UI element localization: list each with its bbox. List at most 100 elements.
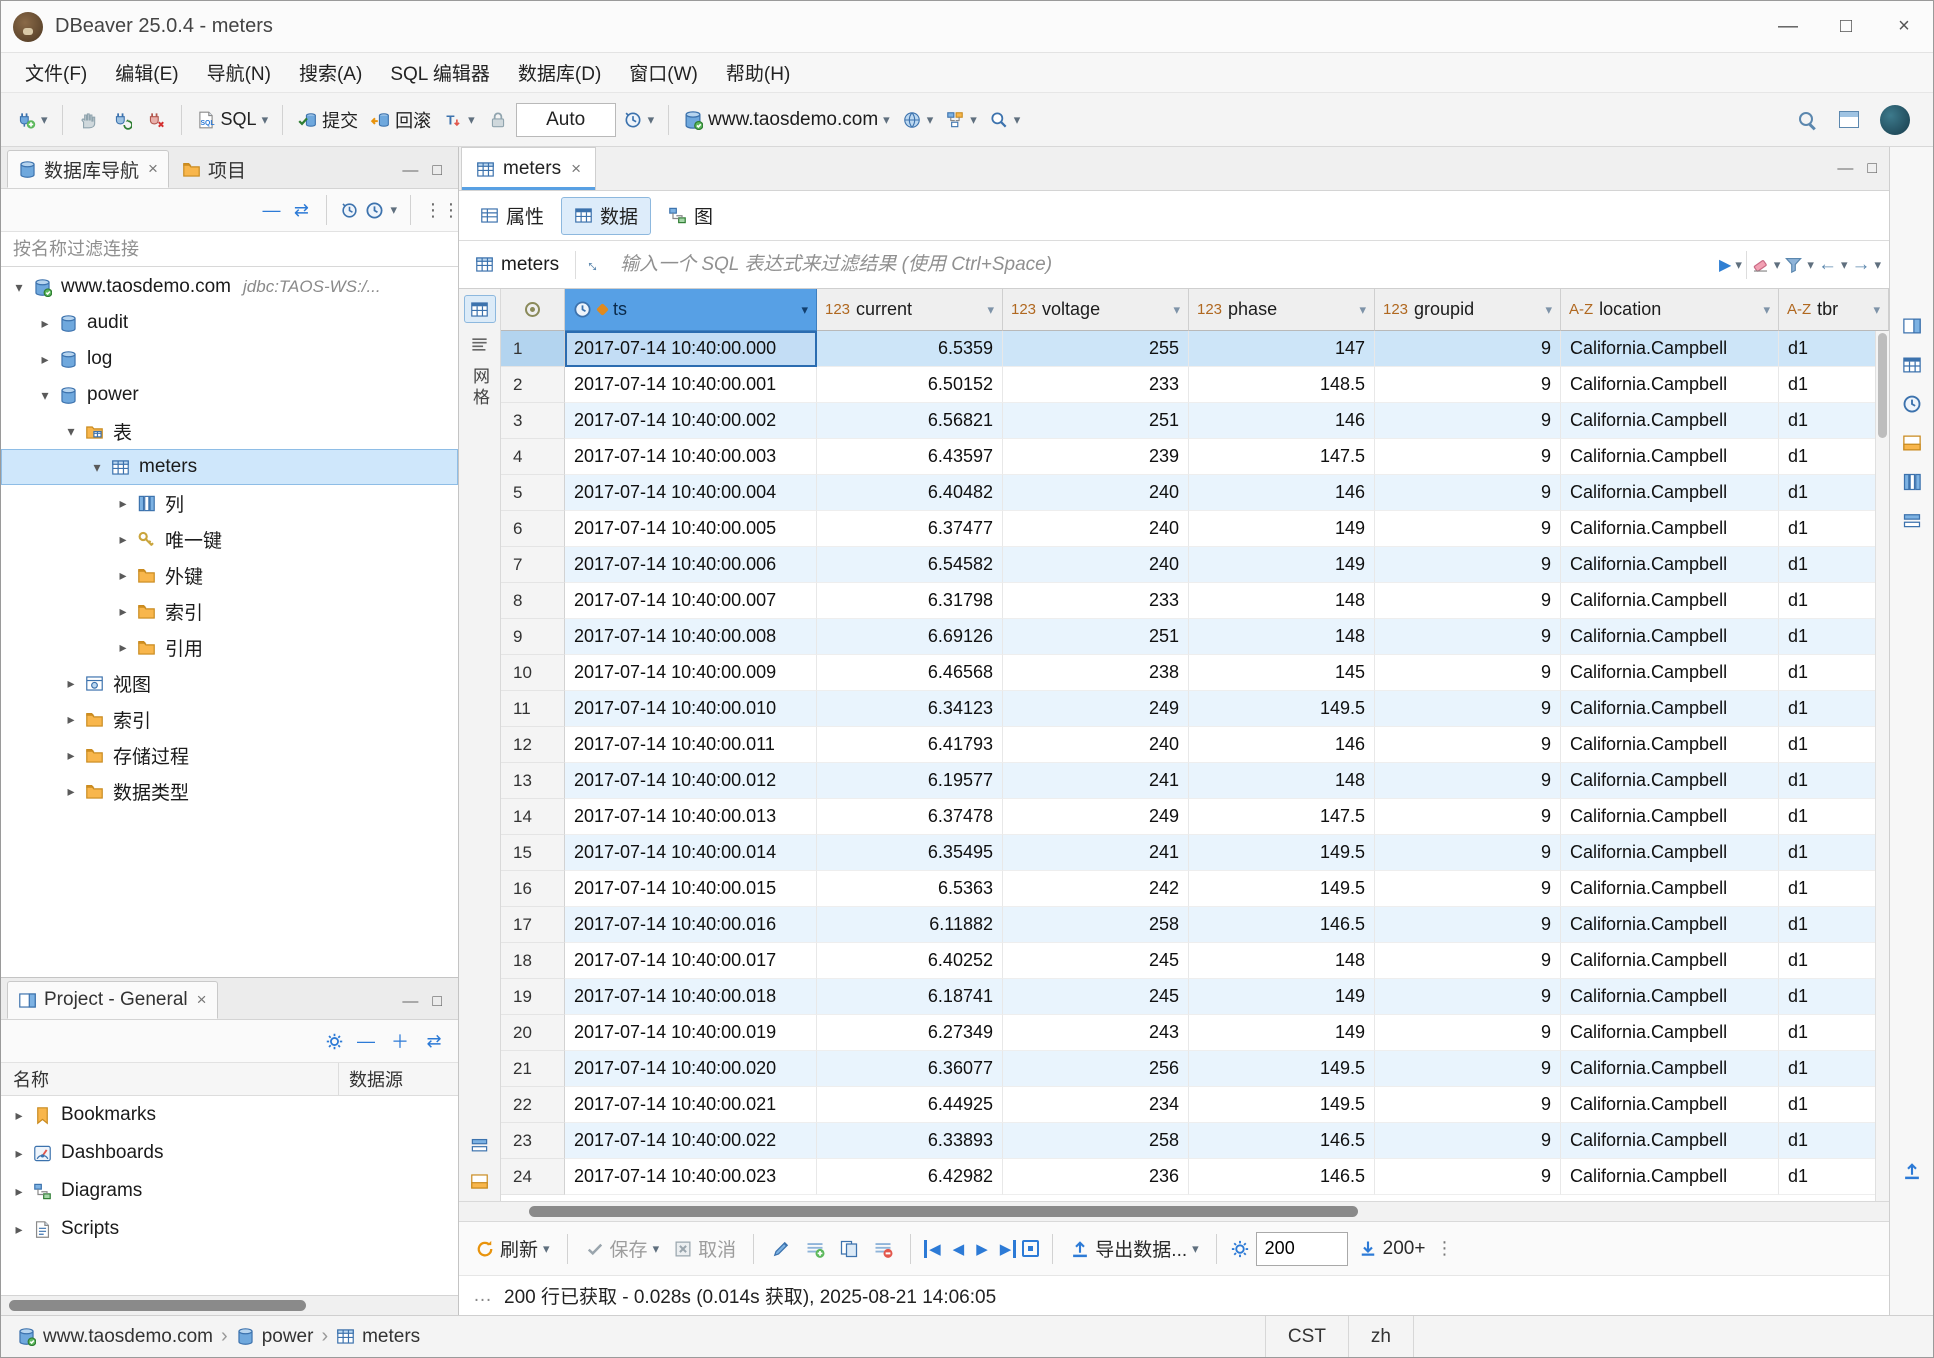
row-number[interactable]: 2 — [501, 367, 565, 403]
row-number[interactable]: 12 — [501, 727, 565, 763]
new-sql-editor-button[interactable]: SQLSQL▾ — [191, 101, 274, 139]
presentation-text-tab[interactable] — [464, 330, 496, 358]
cell-current-row8[interactable]: 6.31798 — [817, 583, 1003, 619]
column-header-location[interactable]: A-Zlocation▾ — [1561, 289, 1779, 331]
tab-project-general[interactable]: Project - General × — [7, 981, 218, 1019]
chevron-down-icon[interactable]: ▾ — [1774, 257, 1781, 273]
connect-button[interactable] — [72, 101, 104, 139]
cell-current-row13[interactable]: 6.19577 — [817, 763, 1003, 799]
sql-filter-input[interactable] — [612, 247, 1711, 283]
cell-tbr-row23[interactable]: d1 — [1779, 1123, 1889, 1159]
active-connection-combo[interactable]: www.taosdemo.com▾ — [678, 101, 895, 139]
duplicate-row-button[interactable] — [835, 1230, 863, 1268]
cell-phase-row16[interactable]: 149.5 — [1189, 871, 1375, 907]
cell-phase-row10[interactable]: 145 — [1189, 655, 1375, 691]
cell-tbr-row18[interactable]: d1 — [1779, 943, 1889, 979]
cell-ts-row17[interactable]: 2017-07-14 10:40:00.016 — [565, 907, 817, 943]
column-menu-caret-icon[interactable]: ▾ — [1173, 302, 1180, 318]
cell-tbr-row22[interactable]: d1 — [1779, 1087, 1889, 1123]
link-with-editor-icon[interactable]: ⇄ — [422, 1031, 446, 1052]
tree-item-存储过程[interactable]: ▸存储过程 — [1, 737, 458, 773]
references-panel-button[interactable] — [1897, 468, 1927, 496]
close-icon[interactable]: × — [197, 990, 207, 1010]
cell-voltage-row3[interactable]: 251 — [1003, 403, 1189, 439]
cell-groupid-row20[interactable]: 9 — [1375, 1015, 1561, 1051]
cell-current-row23[interactable]: 6.33893 — [817, 1123, 1003, 1159]
row-number[interactable]: 4 — [501, 439, 565, 475]
cell-groupid-row16[interactable]: 9 — [1375, 871, 1561, 907]
expand-arrow-icon[interactable]: ▾ — [87, 459, 107, 476]
expand-arrow-icon[interactable]: ▸ — [61, 747, 81, 764]
grouping-panel-button[interactable] — [1897, 507, 1927, 535]
clear-filter-icon[interactable] — [1751, 255, 1770, 274]
close-button[interactable]: × — [1875, 1, 1933, 52]
cell-groupid-row22[interactable]: 9 — [1375, 1087, 1561, 1123]
tree-item-audit[interactable]: ▸audit — [1, 305, 458, 341]
cell-phase-row3[interactable]: 146 — [1189, 403, 1375, 439]
scrollbar-thumb[interactable] — [1878, 333, 1887, 438]
cell-ts-row6[interactable]: 2017-07-14 10:40:00.005 — [565, 511, 817, 547]
cell-phase-row22[interactable]: 149.5 — [1189, 1087, 1375, 1123]
cell-phase-row15[interactable]: 149.5 — [1189, 835, 1375, 871]
cell-voltage-row22[interactable]: 234 — [1003, 1087, 1189, 1123]
cell-voltage-row14[interactable]: 249 — [1003, 799, 1189, 835]
row-number[interactable]: 22 — [501, 1087, 565, 1123]
cell-current-row12[interactable]: 6.41793 — [817, 727, 1003, 763]
subtab-diagram[interactable]: 图 — [655, 197, 726, 235]
quick-search-button[interactable] — [1791, 101, 1823, 139]
menu-sql-editor[interactable]: SQL 编辑器 — [376, 53, 504, 92]
cell-phase-row24[interactable]: 146.5 — [1189, 1159, 1375, 1195]
cell-location-row17[interactable]: California.Campbell — [1561, 907, 1779, 943]
panel-minimize-icon[interactable]: — — [402, 162, 418, 180]
connection-filter-input[interactable] — [1, 231, 458, 267]
chevron-down-icon[interactable]: ▾ — [1192, 1241, 1199, 1257]
cell-phase-row1[interactable]: 147 — [1189, 331, 1375, 367]
row-number[interactable]: 20 — [501, 1015, 565, 1051]
row-number[interactable]: 11 — [501, 691, 565, 727]
cell-location-row22[interactable]: California.Campbell — [1561, 1087, 1779, 1123]
row-number[interactable]: 18 — [501, 943, 565, 979]
cell-ts-row19[interactable]: 2017-07-14 10:40:00.018 — [565, 979, 817, 1015]
expand-arrow-icon[interactable]: ▸ — [9, 1221, 29, 1238]
first-row-button[interactable]: ◀ — [924, 1240, 944, 1258]
cell-phase-row13[interactable]: 148 — [1189, 763, 1375, 799]
cell-voltage-row11[interactable]: 249 — [1003, 691, 1189, 727]
cell-groupid-row2[interactable]: 9 — [1375, 367, 1561, 403]
row-number[interactable]: 9 — [501, 619, 565, 655]
view-menu-icon[interactable]: ⋮⋮ — [424, 200, 448, 221]
cell-voltage-row10[interactable]: 238 — [1003, 655, 1189, 691]
cancel-button[interactable]: 取消 — [669, 1230, 740, 1268]
last-row-button[interactable]: ▶ — [997, 1240, 1017, 1258]
cell-groupid-row7[interactable]: 9 — [1375, 547, 1561, 583]
edit-record-button[interactable] — [767, 1230, 795, 1268]
language-indicator[interactable]: zh — [1348, 1316, 1413, 1357]
expand-filter-icon[interactable]: ↔ — [580, 250, 608, 278]
expand-arrow-icon[interactable]: ▸ — [35, 351, 55, 368]
show-connected-icon[interactable] — [340, 201, 359, 220]
cell-voltage-row16[interactable]: 242 — [1003, 871, 1189, 907]
record-mode-button[interactable] — [464, 1131, 496, 1159]
cell-groupid-row12[interactable]: 9 — [1375, 727, 1561, 763]
expand-arrow-icon[interactable]: ▸ — [9, 1183, 29, 1200]
cell-tbr-row8[interactable]: d1 — [1779, 583, 1889, 619]
cell-ts-row9[interactable]: 2017-07-14 10:40:00.008 — [565, 619, 817, 655]
grid-settings-icon[interactable] — [1230, 1239, 1250, 1259]
cell-voltage-row12[interactable]: 240 — [1003, 727, 1189, 763]
cell-phase-row6[interactable]: 149 — [1189, 511, 1375, 547]
rollback-button[interactable]: 回滚 — [365, 101, 436, 139]
active-schema-button[interactable]: ▾ — [940, 101, 982, 139]
cell-groupid-row17[interactable]: 9 — [1375, 907, 1561, 943]
cell-current-row22[interactable]: 6.44925 — [817, 1087, 1003, 1123]
cell-ts-row5[interactable]: 2017-07-14 10:40:00.004 — [565, 475, 817, 511]
cell-tbr-row3[interactable]: d1 — [1779, 403, 1889, 439]
cell-voltage-row17[interactable]: 258 — [1003, 907, 1189, 943]
cell-voltage-row23[interactable]: 258 — [1003, 1123, 1189, 1159]
cell-current-row18[interactable]: 6.40252 — [817, 943, 1003, 979]
cell-groupid-row19[interactable]: 9 — [1375, 979, 1561, 1015]
cell-location-row9[interactable]: California.Campbell — [1561, 619, 1779, 655]
chevron-down-icon[interactable]: ▾ — [390, 202, 397, 218]
cell-groupid-row14[interactable]: 9 — [1375, 799, 1561, 835]
panel-maximize-icon[interactable]: □ — [432, 162, 442, 180]
cell-groupid-row10[interactable]: 9 — [1375, 655, 1561, 691]
cell-phase-row5[interactable]: 146 — [1189, 475, 1375, 511]
